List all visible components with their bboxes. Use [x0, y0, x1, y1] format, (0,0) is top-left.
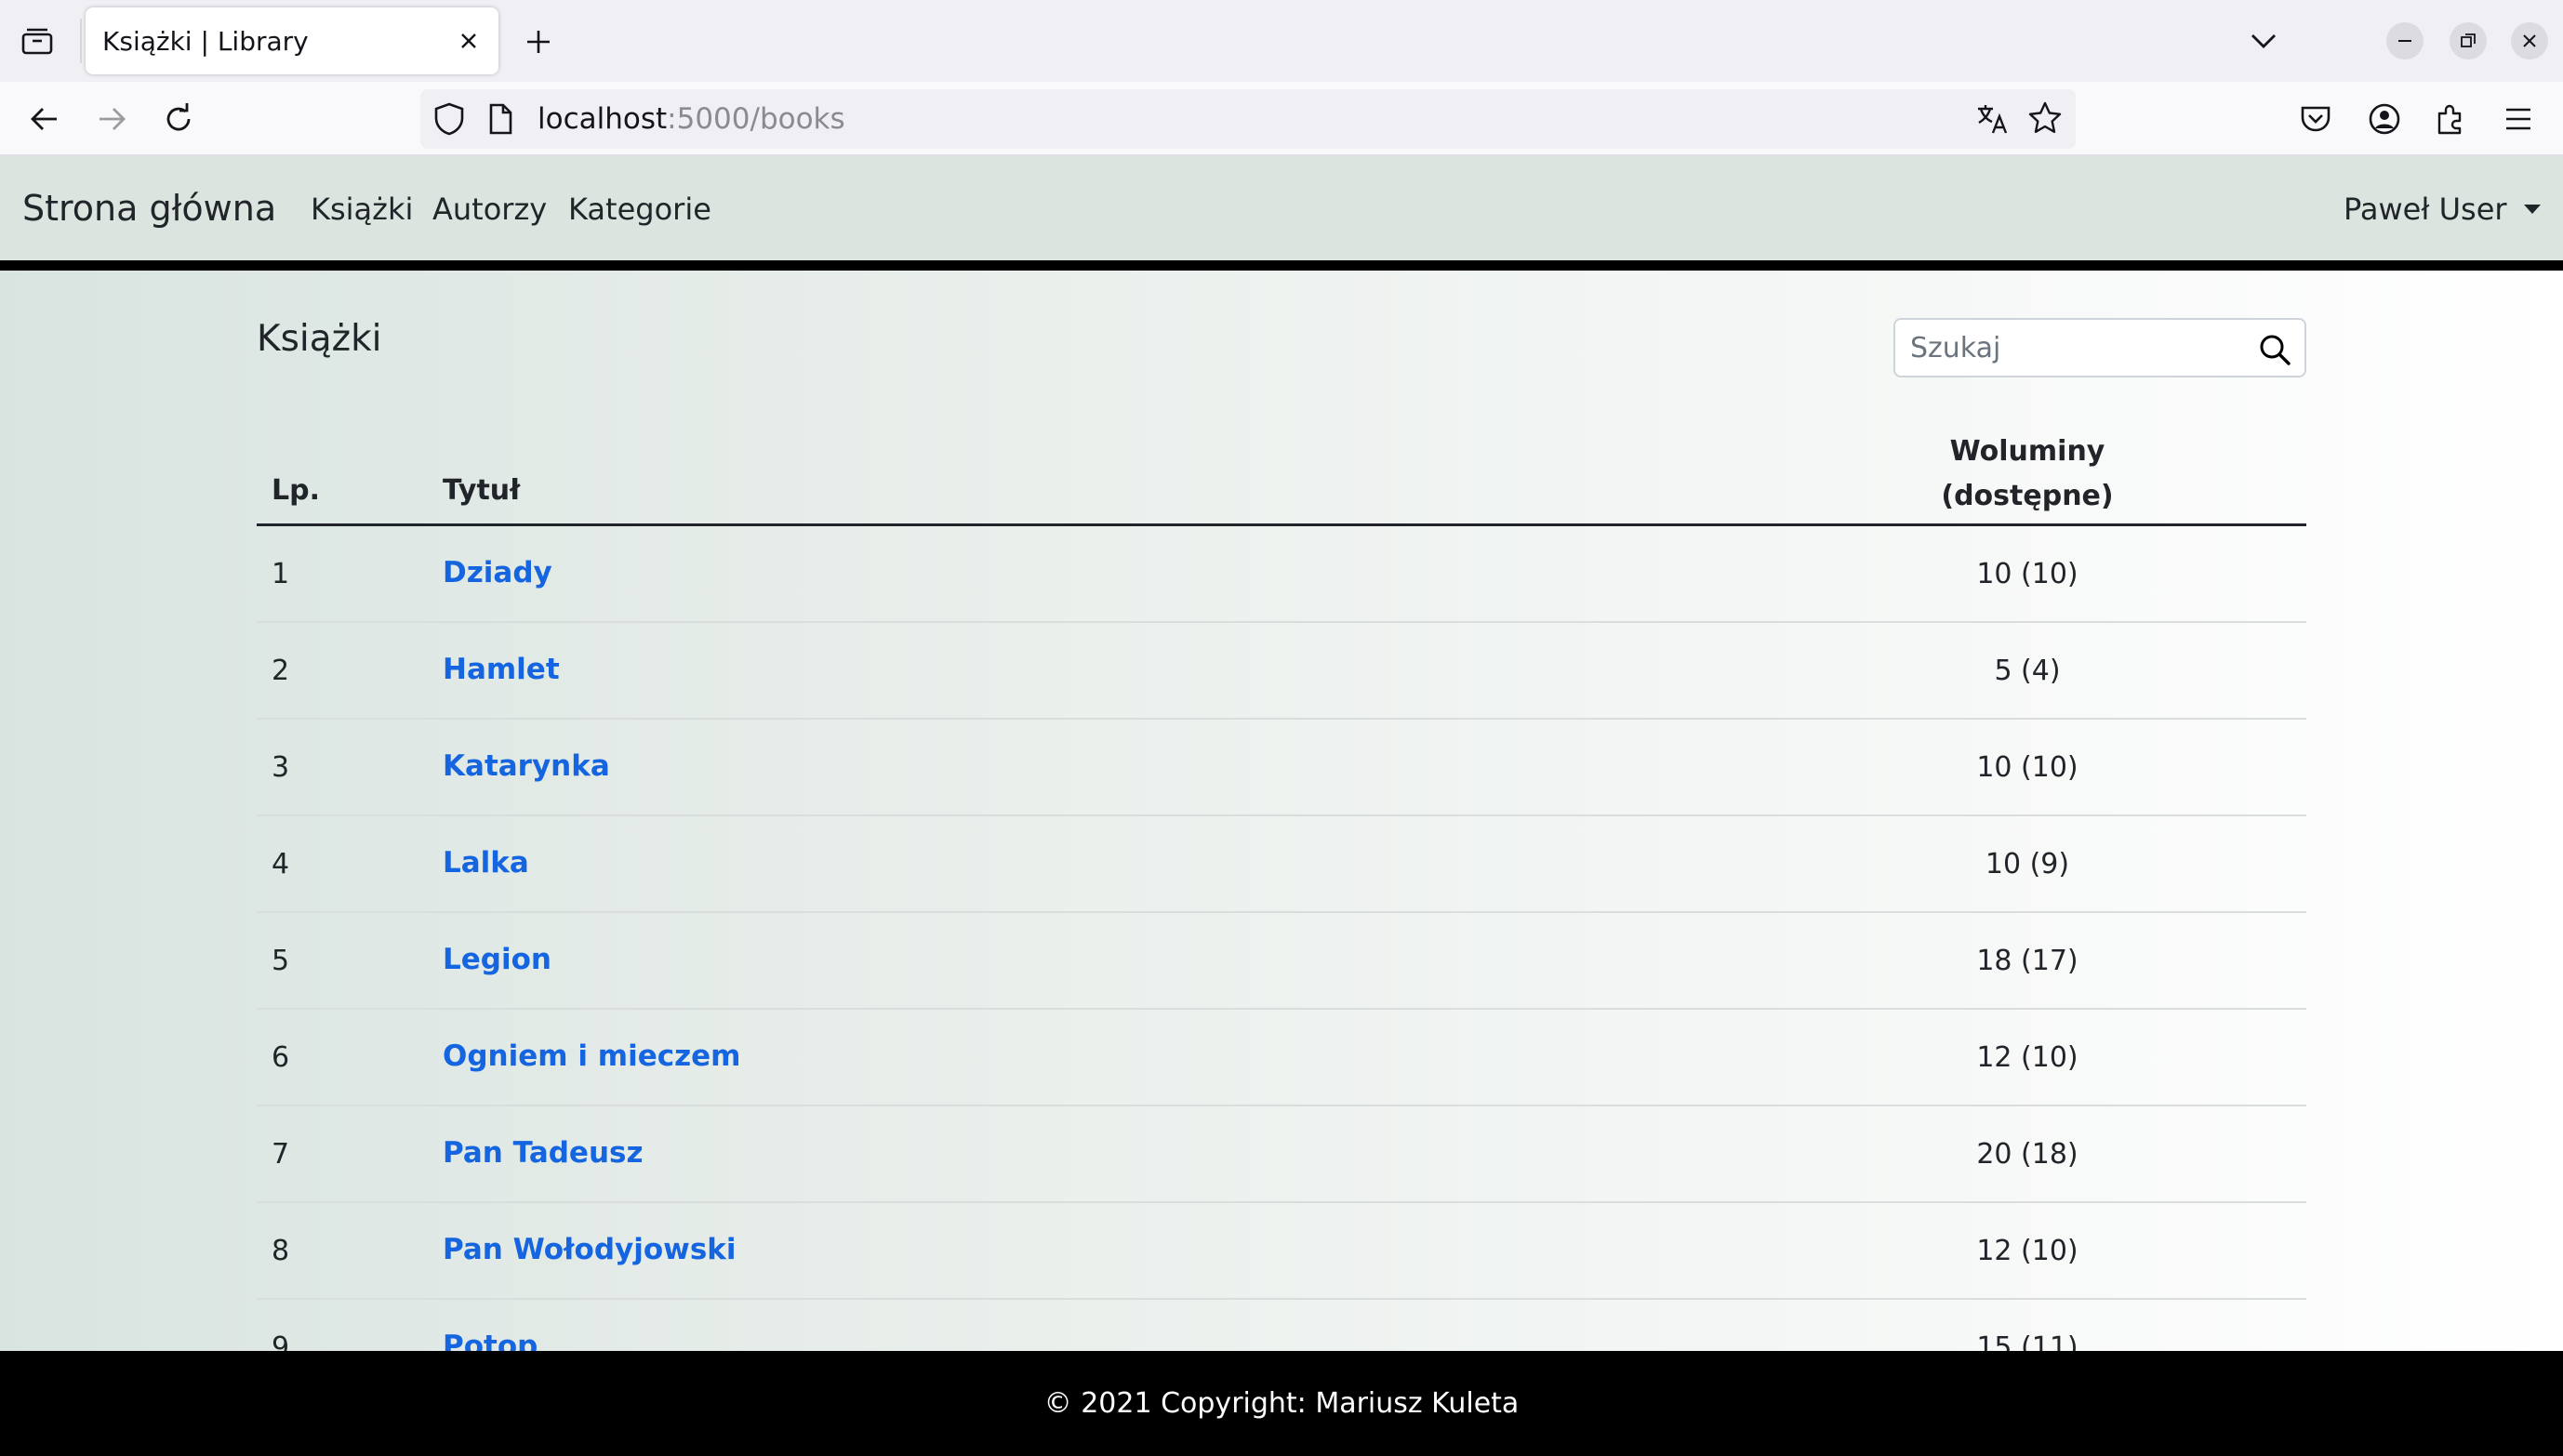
table-row: 7 Pan Tadeusz 20 (18) — [257, 1106, 2306, 1203]
column-header-volumes-line2: (dostępne) — [1941, 480, 2114, 512]
new-tab-plus-icon[interactable] — [517, 20, 560, 63]
table-header: Lp. Tytuł Woluminy (dostępne) — [257, 420, 2306, 526]
pocket-icon[interactable] — [2290, 95, 2342, 143]
tracking-protection-shield-icon[interactable] — [433, 102, 465, 139]
extensions-puzzle-icon[interactable] — [2425, 95, 2477, 143]
search-box — [1893, 318, 2306, 377]
hamburger-menu-icon[interactable] — [2492, 95, 2544, 143]
tab-list-icon[interactable] — [13, 19, 61, 63]
footer: © 2021 Copyright: Mariusz Kuleta — [0, 1351, 2563, 1456]
book-title-link[interactable]: Katarynka — [443, 749, 610, 783]
minimize-window-icon[interactable] — [2386, 22, 2424, 60]
column-header-volumes-line1: Woluminy — [1949, 435, 2105, 468]
book-title-link[interactable]: Lalka — [443, 846, 529, 880]
navbar-border — [0, 260, 2563, 271]
close-tab-icon[interactable] — [448, 20, 489, 61]
row-number: 1 — [272, 558, 290, 590]
table-row: 8 Pan Wołodyjowski 12 (10) — [257, 1203, 2306, 1300]
column-header-number: Lp. — [272, 474, 320, 507]
books-table: Lp. Tytuł Woluminy (dostępne) 1 Dziady 1… — [257, 420, 2306, 1396]
table-row: 5 Legion 18 (17) — [257, 913, 2306, 1010]
column-header-volumes: Woluminy (dostępne) — [1893, 430, 2161, 519]
brand-home-link[interactable]: Strona główna — [22, 188, 276, 229]
nav-link-categories[interactable]: Kategorie — [568, 192, 711, 227]
forward-arrow-icon[interactable] — [86, 95, 138, 143]
column-header-title: Tytuł — [443, 474, 521, 507]
restore-window-icon[interactable] — [2450, 22, 2487, 60]
url-path: :5000/books — [667, 102, 845, 136]
search-icon[interactable] — [2256, 331, 2293, 368]
user-name: Paweł User — [2344, 192, 2507, 227]
address-bar[interactable]: localhost:5000/books — [420, 89, 2076, 149]
close-window-icon[interactable] — [2511, 22, 2548, 60]
row-number: 4 — [272, 848, 290, 880]
row-volumes: 10 (10) — [1976, 751, 2078, 784]
reload-icon[interactable] — [153, 95, 205, 143]
row-volumes: 5 (4) — [1994, 655, 2061, 687]
row-volumes: 12 (10) — [1976, 1041, 2078, 1074]
row-number: 7 — [272, 1138, 290, 1171]
account-icon[interactable] — [2358, 95, 2410, 143]
nav-link-authors[interactable]: Autorzy — [432, 192, 547, 227]
table-row: 1 Dziady 10 (10) — [257, 526, 2306, 623]
book-title-link[interactable]: Hamlet — [443, 653, 560, 686]
list-all-tabs-chevron-icon[interactable] — [2241, 19, 2286, 63]
row-volumes: 12 (10) — [1976, 1235, 2078, 1267]
row-volumes: 10 (9) — [1985, 848, 2070, 880]
bookmark-star-icon[interactable] — [2027, 100, 2063, 139]
row-number: 3 — [272, 751, 290, 784]
page-title: Książki — [257, 318, 382, 360]
app-navbar: Strona główna Książki Autorzy Kategorie … — [0, 156, 2563, 260]
book-title-link[interactable]: Pan Wołodyjowski — [443, 1233, 737, 1266]
page-info-icon[interactable] — [487, 102, 513, 139]
table-body: 1 Dziady 10 (10) 2 Hamlet 5 (4) 3 Katary… — [257, 526, 2306, 1396]
book-title-link[interactable]: Dziady — [443, 556, 552, 589]
row-number: 6 — [272, 1041, 290, 1074]
tab-separator — [80, 19, 82, 63]
browser-tab-active[interactable]: Książki | Library — [86, 7, 498, 74]
book-title-link[interactable]: Pan Tadeusz — [443, 1136, 644, 1170]
row-volumes: 10 (10) — [1976, 558, 2078, 590]
nav-link-books[interactable]: Książki — [311, 192, 413, 227]
url-text: localhost:5000/books — [538, 102, 845, 136]
search-input[interactable] — [1895, 331, 2239, 364]
back-arrow-icon[interactable] — [19, 95, 71, 143]
table-row: 2 Hamlet 5 (4) — [257, 623, 2306, 720]
page-content: Strona główna Książki Autorzy Kategorie … — [0, 156, 2563, 1456]
browser-tab-bar: Książki | Library — [0, 0, 2563, 82]
book-title-link[interactable]: Legion — [443, 943, 551, 976]
user-dropdown[interactable]: Paweł User — [2344, 192, 2541, 227]
table-row: 6 Ogniem i mieczem 12 (10) — [257, 1010, 2306, 1106]
caret-down-icon — [2523, 205, 2541, 214]
row-number: 2 — [272, 655, 290, 687]
table-row: 3 Katarynka 10 (10) — [257, 720, 2306, 816]
tab-title: Książki | Library — [102, 25, 309, 57]
book-title-link[interactable]: Ogniem i mieczem — [443, 1039, 740, 1073]
url-host: localhost — [538, 102, 668, 136]
row-number: 8 — [272, 1235, 290, 1267]
footer-copyright: © 2021 Copyright: Mariusz Kuleta — [1043, 1387, 1520, 1420]
table-row: 4 Lalka 10 (9) — [257, 816, 2306, 913]
row-number: 5 — [272, 945, 290, 977]
browser-navigation-bar: localhost:5000/books — [0, 82, 2563, 156]
row-volumes: 20 (18) — [1976, 1138, 2078, 1171]
translate-icon[interactable] — [1975, 102, 2009, 139]
row-volumes: 18 (17) — [1976, 945, 2078, 977]
